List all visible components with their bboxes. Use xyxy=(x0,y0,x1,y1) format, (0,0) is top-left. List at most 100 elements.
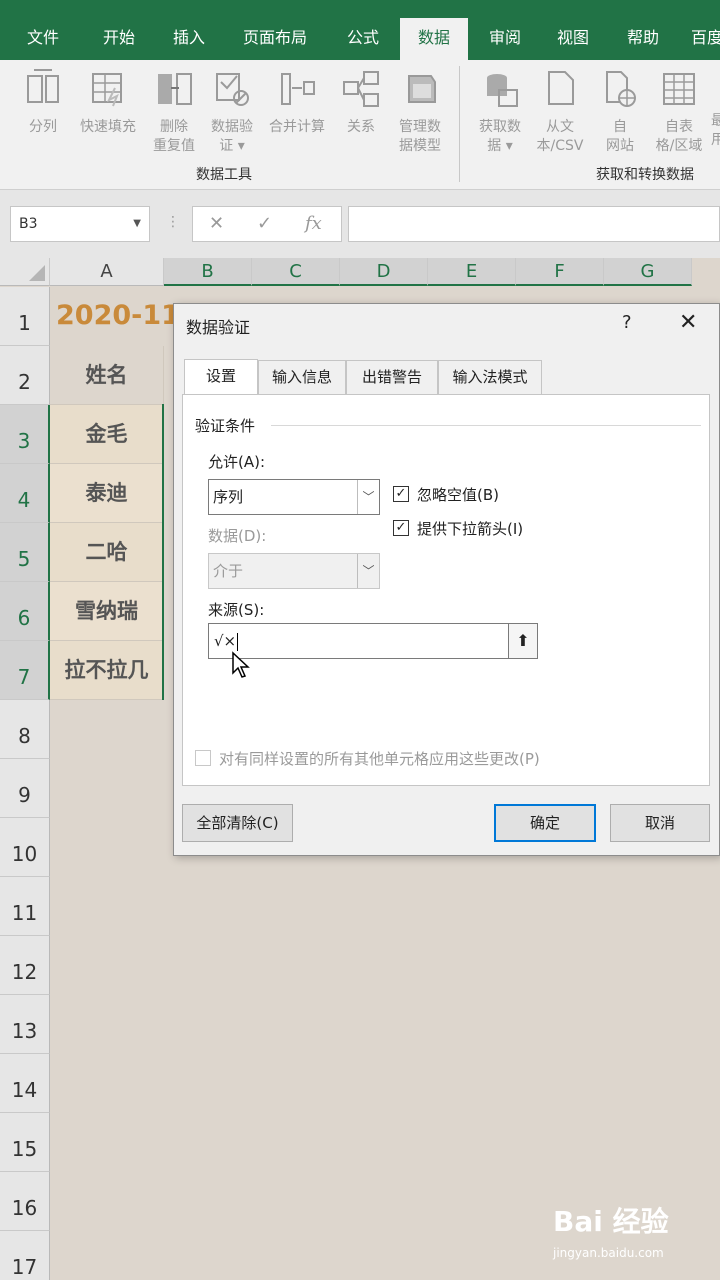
row-header[interactable]: 17 xyxy=(0,1231,50,1280)
column-header-d[interactable]: D xyxy=(340,258,428,286)
manage-data-model-label: 管理数 据模型 xyxy=(399,119,441,154)
get-data-button[interactable]: 获取数 据 ▾ xyxy=(470,68,530,156)
row-header[interactable]: 13 xyxy=(0,995,50,1054)
tab-data[interactable]: 数据 xyxy=(400,18,468,60)
row-header[interactable]: 9 xyxy=(0,759,50,818)
from-web-button[interactable]: 自 网站 xyxy=(596,68,644,156)
chevron-down-icon[interactable]: ▼ xyxy=(133,207,141,241)
row-header[interactable]: 4 xyxy=(0,464,50,523)
flash-fill-button[interactable]: 快速填充 xyxy=(72,68,144,137)
column-header-f[interactable]: F xyxy=(516,258,604,286)
column-header-e[interactable]: E xyxy=(428,258,516,286)
column-header-b[interactable]: B xyxy=(164,258,252,286)
source-input-value: √× xyxy=(214,632,237,650)
tab-page-layout[interactable]: 页面布局 xyxy=(230,18,320,60)
column-header-g[interactable]: G xyxy=(604,258,692,286)
data-select: 介于 ﹀ xyxy=(208,553,380,589)
remove-duplicates-button[interactable]: 删除 重复值 xyxy=(146,68,202,156)
tab-input-message[interactable]: 输入信息 xyxy=(258,360,346,394)
cell-a7[interactable]: 拉不拉几 xyxy=(50,641,164,700)
formula-input[interactable] xyxy=(348,206,720,242)
tab-file[interactable]: 文件 xyxy=(10,18,76,60)
consolidate-button[interactable]: 合并计算 xyxy=(264,68,330,137)
cell-a3[interactable]: 金毛 xyxy=(50,405,164,464)
text-to-columns-button[interactable]: 分列 xyxy=(18,68,68,137)
cancel-button[interactable]: 取消 xyxy=(610,804,710,842)
row-header[interactable]: 1 xyxy=(0,287,50,346)
tab-baidu[interactable]: 百度 xyxy=(682,18,720,60)
column-header-a[interactable]: A xyxy=(50,258,164,286)
cell-a2[interactable]: 姓名 xyxy=(50,346,164,405)
dropdown-arrow-checkbox[interactable]: ✓ xyxy=(393,520,409,536)
text-caret xyxy=(237,632,239,651)
manage-data-model-button[interactable]: 管理数 据模型 xyxy=(390,68,450,156)
validation-criteria-heading: 验证条件 xyxy=(195,417,256,435)
tab-formulas[interactable]: 公式 xyxy=(330,18,396,60)
formula-bar: B3 ▼ ⋮ ✕ ✓ fx xyxy=(0,190,720,258)
tab-review[interactable]: 审阅 xyxy=(474,18,536,60)
row-header[interactable]: 2 xyxy=(0,346,50,405)
dialog-title: 数据验证 xyxy=(186,318,251,337)
close-icon[interactable]: ✕ xyxy=(679,310,697,335)
title-bar xyxy=(0,0,720,18)
cancel-icon[interactable]: ✕ xyxy=(209,213,224,234)
flash-fill-icon xyxy=(92,73,122,107)
mouse-cursor-icon xyxy=(232,651,250,678)
clear-all-button[interactable]: 全部清除(C) xyxy=(182,804,293,842)
tab-home[interactable]: 开始 xyxy=(86,18,152,60)
select-all-corner[interactable] xyxy=(0,258,50,286)
flash-fill-label: 快速填充 xyxy=(80,119,136,135)
data-validation-dialog: 数据验证 ? ✕ 设置 输入信息 出错警告 输入法模式 验证条件 允许(A): … xyxy=(173,303,720,856)
from-text-csv-label: 从文 本/CSV xyxy=(536,119,584,154)
select-all-icon xyxy=(29,265,45,281)
relationships-button[interactable]: 关系 xyxy=(336,68,386,137)
relationships-icon xyxy=(343,71,379,107)
source-input[interactable]: √× xyxy=(208,623,538,659)
table-icon xyxy=(663,73,695,105)
help-icon[interactable]: ? xyxy=(622,312,632,333)
data-validation-label: 数据验 证 ▾ xyxy=(211,119,253,154)
row-header[interactable]: 11 xyxy=(0,877,50,936)
data-label: 数据(D): xyxy=(208,527,267,545)
recent-sources-button[interactable]: 最 用 xyxy=(708,68,720,150)
ignore-blank-checkbox[interactable]: ✓ xyxy=(393,486,409,502)
recent-sources-label: 最 用 xyxy=(711,113,720,148)
ignore-blank-label: 忽略空值(B) xyxy=(417,486,499,504)
enter-icon[interactable]: ✓ xyxy=(257,213,272,234)
tab-help[interactable]: 帮助 xyxy=(612,18,674,60)
tab-view[interactable]: 视图 xyxy=(542,18,604,60)
tab-insert[interactable]: 插入 xyxy=(156,18,222,60)
remove-duplicates-label: 删除 重复值 xyxy=(153,119,195,154)
row-header[interactable]: 5 xyxy=(0,523,50,582)
tab-settings[interactable]: 设置 xyxy=(184,359,258,395)
group-label-data-tools: 数据工具 xyxy=(196,167,252,183)
tab-ime-mode[interactable]: 输入法模式 xyxy=(438,360,542,394)
row-header[interactable]: 7 xyxy=(0,641,50,700)
row-header[interactable]: 14 xyxy=(0,1054,50,1113)
row-header[interactable]: 16 xyxy=(0,1172,50,1231)
from-text-csv-button[interactable]: 从文 本/CSV xyxy=(528,68,592,156)
row-header[interactable]: 3 xyxy=(0,405,50,464)
row-header[interactable]: 12 xyxy=(0,936,50,995)
row-header[interactable]: 10 xyxy=(0,818,50,877)
cell-a6[interactable]: 雪纳瑞 xyxy=(50,582,164,641)
row-header[interactable]: 15 xyxy=(0,1113,50,1172)
tab-error-alert[interactable]: 出错警告 xyxy=(346,360,438,394)
row-header[interactable]: 6 xyxy=(0,582,50,641)
cell-a1-title[interactable]: 2020-11 xyxy=(56,300,180,331)
row-header[interactable]: 8 xyxy=(0,700,50,759)
column-header-c[interactable]: C xyxy=(252,258,340,286)
chevron-down-icon[interactable]: ﹀ xyxy=(357,480,379,514)
apply-to-all-checkbox[interactable] xyxy=(195,750,211,766)
data-validation-button[interactable]: 数据验 证 ▾ xyxy=(204,68,260,156)
ok-button[interactable]: 确定 xyxy=(494,804,596,842)
group-separator xyxy=(459,66,460,182)
allow-select[interactable]: 序列 ﹀ xyxy=(208,479,380,515)
insert-function-icon[interactable]: fx xyxy=(305,213,322,234)
from-table-button[interactable]: 自表 格/区域 xyxy=(648,68,710,156)
name-box[interactable]: B3 ▼ xyxy=(10,206,150,242)
settings-panel: 验证条件 允许(A): 序列 ﹀ 数据(D): 介于 ﹀ ✓ 忽略空值(B) ✓… xyxy=(182,394,710,786)
cell-a5[interactable]: 二哈 xyxy=(50,523,164,582)
cell-a4[interactable]: 泰迪 xyxy=(50,464,164,523)
collapse-dialog-icon[interactable]: ⬆ xyxy=(508,623,538,659)
